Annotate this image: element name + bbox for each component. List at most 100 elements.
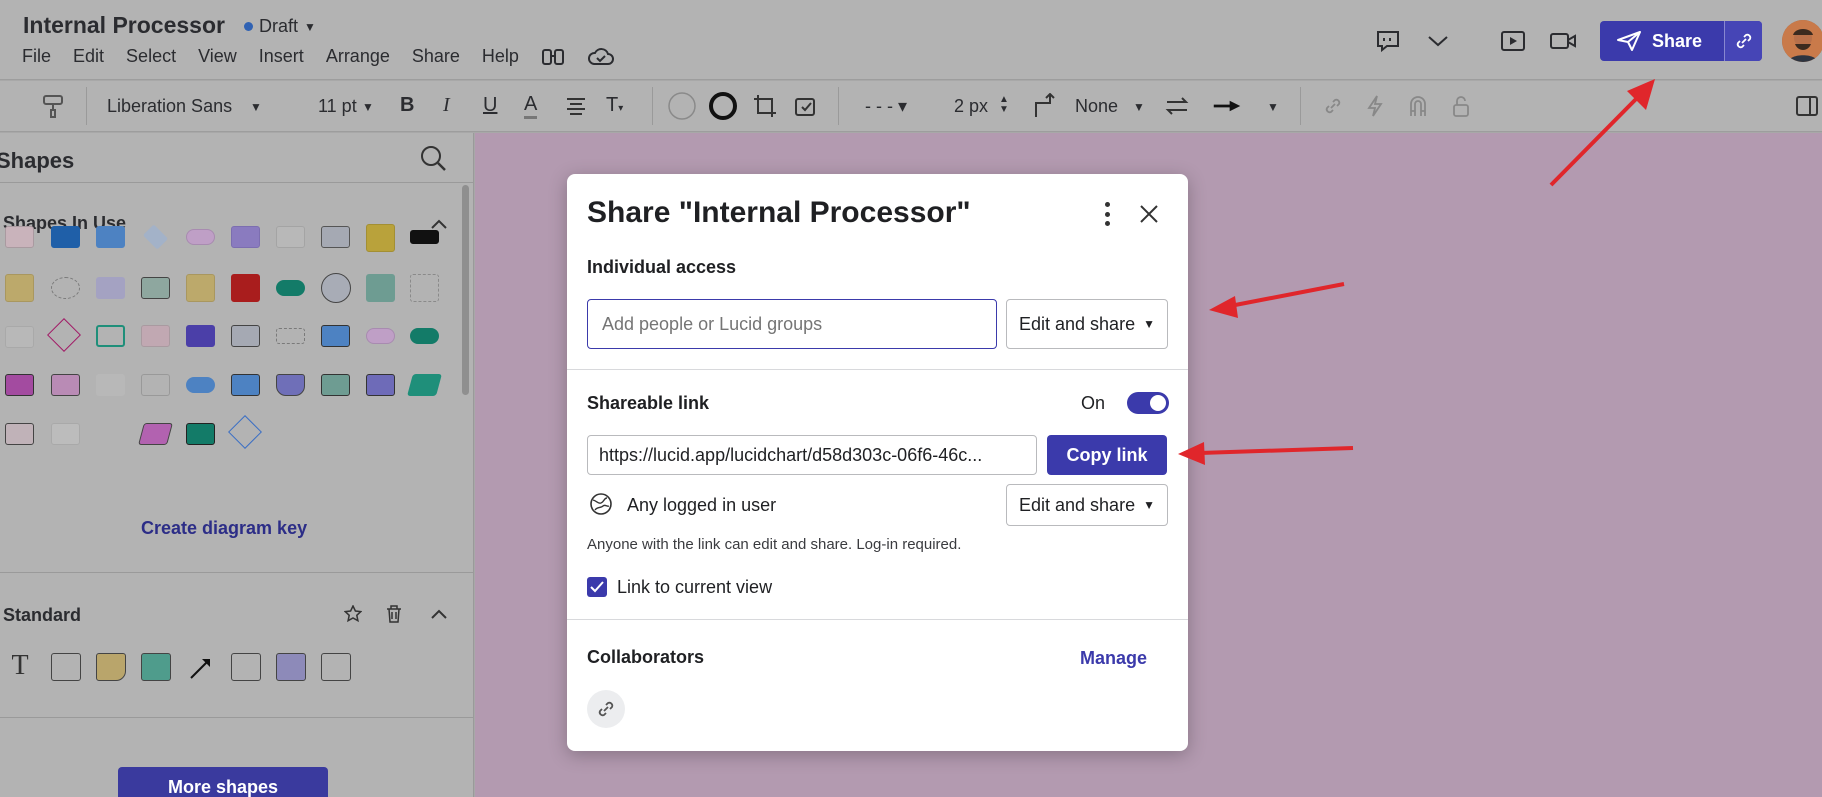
- section-standard[interactable]: Standard: [3, 605, 81, 626]
- arrowhead-icon[interactable]: [1212, 91, 1242, 121]
- shape-tile[interactable]: [51, 423, 80, 445]
- shape-tile[interactable]: [366, 374, 395, 396]
- shape-tile[interactable]: [410, 230, 439, 244]
- connector-type-icon[interactable]: [1029, 91, 1059, 121]
- shareable-link-toggle[interactable]: [1127, 392, 1169, 414]
- shape-tile[interactable]: [321, 325, 350, 347]
- shape-tile[interactable]: [96, 374, 125, 396]
- shape-tile[interactable]: [407, 374, 442, 396]
- copy-link-quick-button[interactable]: [1724, 21, 1762, 61]
- shape-tile[interactable]: [138, 423, 173, 445]
- shape-tile[interactable]: [276, 374, 305, 396]
- shape-tile[interactable]: [276, 226, 305, 248]
- shape-tile[interactable]: [96, 325, 125, 347]
- italic-icon[interactable]: I: [443, 94, 450, 117]
- copy-link-button[interactable]: Copy link: [1047, 435, 1167, 475]
- shape-tile[interactable]: [321, 226, 350, 248]
- individual-access-select[interactable]: Edit and share ▼: [1006, 299, 1168, 349]
- align-icon[interactable]: [561, 91, 591, 121]
- text-color-icon[interactable]: A: [524, 93, 538, 119]
- add-people-input[interactable]: [587, 299, 997, 349]
- shape-tile[interactable]: [366, 328, 395, 344]
- shape-tile[interactable]: [47, 318, 81, 352]
- shape-tile[interactable]: [186, 377, 215, 393]
- document-status-dropdown[interactable]: Draft ▼: [244, 16, 316, 37]
- shape-tile[interactable]: [141, 374, 170, 396]
- stepper-icon[interactable]: ▲ ▼: [999, 95, 1009, 115]
- shape-tile[interactable]: [276, 328, 305, 344]
- video-shape-icon[interactable]: [276, 653, 306, 681]
- document-title[interactable]: Internal Processor: [23, 12, 225, 39]
- shape-tile[interactable]: [5, 274, 34, 302]
- shape-tile[interactable]: [142, 224, 169, 250]
- collaborator-link-avatar[interactable]: [587, 690, 625, 728]
- menu-view[interactable]: View: [198, 46, 237, 73]
- text-options-icon[interactable]: T▾: [606, 94, 623, 117]
- rectangle-shape-icon[interactable]: [51, 653, 81, 681]
- link-to-current-view-checkbox[interactable]: [587, 577, 607, 597]
- chevron-down-icon[interactable]: ▼: [1267, 100, 1279, 114]
- menu-edit[interactable]: Edit: [73, 46, 104, 73]
- shape-tile[interactable]: [51, 277, 80, 299]
- shape-tile[interactable]: [228, 415, 262, 449]
- shape-tile[interactable]: [231, 325, 260, 347]
- font-size-select[interactable]: 11 pt: [318, 96, 357, 117]
- lock-icon[interactable]: [1446, 91, 1476, 121]
- panel-scrollbar[interactable]: [462, 185, 469, 395]
- swap-arrows-icon[interactable]: [1162, 91, 1192, 121]
- shape-tile[interactable]: [96, 277, 125, 299]
- chevron-up-icon[interactable]: [424, 599, 454, 629]
- crop-icon[interactable]: [750, 91, 780, 121]
- shape-tile[interactable]: [321, 273, 351, 303]
- shape-tile[interactable]: [231, 226, 260, 248]
- note-shape-icon[interactable]: [96, 653, 126, 681]
- magnet-icon[interactable]: [1403, 91, 1433, 121]
- chevron-down-icon[interactable]: ▼: [250, 100, 262, 114]
- shape-tile[interactable]: [410, 274, 439, 302]
- shape-tile[interactable]: [51, 226, 80, 248]
- fill-color-icon[interactable]: [667, 91, 697, 121]
- line-style-select[interactable]: - - - ▾: [865, 96, 907, 117]
- present-icon[interactable]: [1498, 26, 1528, 56]
- chevron-down-icon[interactable]: ▼: [1133, 100, 1145, 114]
- menu-file[interactable]: File: [22, 46, 51, 73]
- shape-tile[interactable]: [5, 226, 34, 248]
- shape-tile[interactable]: [5, 374, 34, 396]
- panel-toggle-icon[interactable]: [1792, 91, 1822, 121]
- underline-icon[interactable]: U: [483, 94, 497, 117]
- shape-tile[interactable]: [366, 274, 395, 302]
- bold-icon[interactable]: B: [400, 94, 414, 117]
- format-painter-icon[interactable]: [38, 91, 68, 121]
- shape-tile[interactable]: [321, 374, 350, 396]
- shape-tile[interactable]: [141, 325, 170, 347]
- list-shape-icon[interactable]: [231, 653, 261, 681]
- more-options-icon[interactable]: [1101, 202, 1113, 226]
- chevron-down-icon[interactable]: [1423, 26, 1453, 56]
- share-link-field[interactable]: https://lucid.app/lucidchart/d58d303c-06…: [587, 435, 1037, 475]
- trash-icon[interactable]: [379, 599, 409, 629]
- menu-share[interactable]: Share: [412, 46, 460, 73]
- link-to-current-view-label[interactable]: Link to current view: [617, 577, 772, 598]
- avatar[interactable]: [1782, 20, 1822, 62]
- line-tool-icon[interactable]: [186, 653, 216, 683]
- shape-tile[interactable]: [186, 229, 215, 245]
- shape-tile[interactable]: [366, 224, 395, 252]
- manage-collaborators-link[interactable]: Manage: [1080, 648, 1147, 669]
- feature-find-icon[interactable]: [541, 46, 565, 73]
- comments-icon[interactable]: [1373, 26, 1403, 56]
- shape-tile[interactable]: [96, 226, 125, 248]
- shape-tile[interactable]: [410, 328, 439, 344]
- text-tool-icon[interactable]: T: [5, 650, 35, 681]
- shape-tile[interactable]: [141, 277, 170, 299]
- menu-select[interactable]: Select: [126, 46, 176, 73]
- link-icon[interactable]: [1318, 91, 1348, 121]
- link-access-select[interactable]: Edit and share ▼: [1006, 484, 1168, 526]
- shape-tile[interactable]: [186, 423, 215, 445]
- search-icon[interactable]: [418, 143, 448, 173]
- shape-tile[interactable]: [186, 325, 215, 347]
- shape-tile[interactable]: [186, 274, 215, 302]
- shape-tile[interactable]: [5, 423, 34, 445]
- shape-options-icon[interactable]: [792, 91, 822, 121]
- create-diagram-key-link[interactable]: Create diagram key: [141, 518, 307, 539]
- menu-arrange[interactable]: Arrange: [326, 46, 390, 73]
